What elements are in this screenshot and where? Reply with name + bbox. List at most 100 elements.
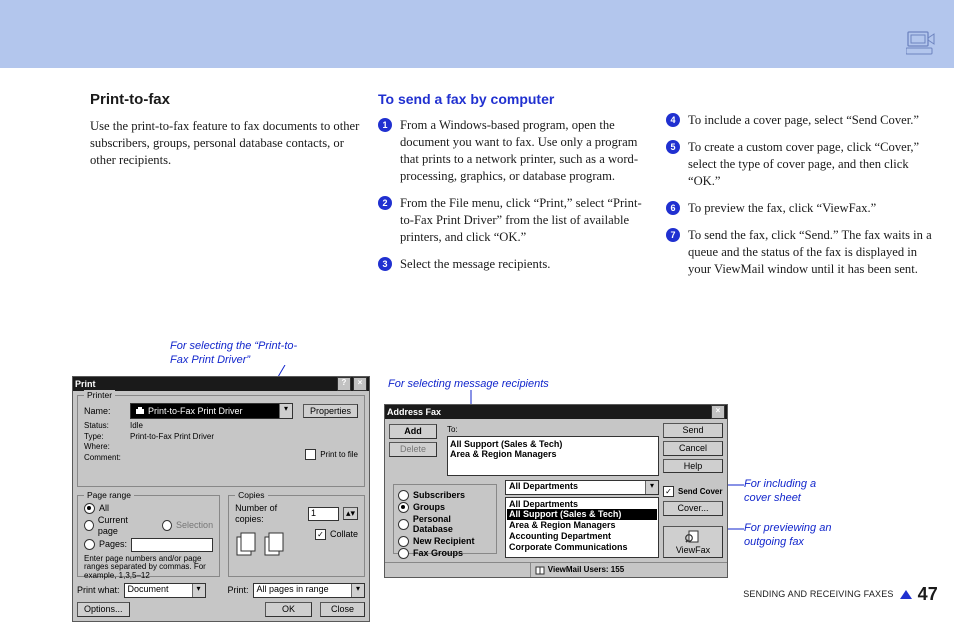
step-text: From a Windows-based program, open the d… xyxy=(400,117,648,185)
items-dropdown[interactable]: All Departments xyxy=(506,481,645,494)
print-pages-field[interactable]: All pages in range xyxy=(254,584,351,597)
copies-label: Number of copies: xyxy=(235,503,300,525)
pages-input[interactable] xyxy=(131,538,213,552)
range-current-label: Current page xyxy=(98,515,144,537)
chevron-down-icon[interactable]: ▾ xyxy=(645,481,658,494)
anno-cover: For including a cover sheet xyxy=(744,478,844,506)
to-item: Area & Region Managers xyxy=(450,449,656,460)
page-title: Print-to-fax xyxy=(90,90,360,110)
list-item[interactable]: Area & Region Managers xyxy=(507,520,657,531)
ok-button[interactable]: OK xyxy=(265,602,312,617)
step-num-3: 3 xyxy=(378,257,392,271)
row-label: Status: xyxy=(84,421,126,431)
page-range-group: Page range All Current pageSelection Pag… xyxy=(77,495,220,577)
range-selection-radio[interactable] xyxy=(162,520,172,531)
intro-text: Use the print-to-fax feature to fax docu… xyxy=(90,118,360,169)
cover-button[interactable]: Cover... xyxy=(663,501,723,516)
step-num-2: 2 xyxy=(378,196,392,210)
row-value: Print-to-Fax Print Driver xyxy=(130,432,214,442)
viewfax-button[interactable]: ViewFax xyxy=(663,526,723,558)
chevron-down-icon[interactable]: ▾ xyxy=(279,404,292,418)
page-footer: SENDING AND RECEIVING FAXES 47 xyxy=(743,585,938,603)
options-button[interactable]: Options... xyxy=(77,602,130,617)
cat-groups-radio[interactable] xyxy=(398,502,409,513)
send-button[interactable]: Send xyxy=(663,423,723,438)
collate-icon xyxy=(235,529,291,565)
close-button[interactable]: Close xyxy=(320,602,365,617)
collate-checkbox[interactable]: ✓ xyxy=(315,529,326,540)
triangle-icon xyxy=(900,590,912,599)
step-text: To include a cover page, select “Send Co… xyxy=(688,112,936,129)
range-current-radio[interactable] xyxy=(84,520,94,531)
computer-icon xyxy=(906,30,936,56)
address-fax-titlebar[interactable]: Address Fax × xyxy=(385,405,727,419)
properties-button[interactable]: Properties xyxy=(303,404,358,419)
row-value: Idle xyxy=(130,421,143,431)
delete-button[interactable]: Delete xyxy=(389,442,437,457)
range-pages-label: Pages: xyxy=(99,539,127,550)
cat-faxgroups-radio[interactable] xyxy=(398,548,409,559)
help-button[interactable]: Help xyxy=(663,459,723,474)
step-num-1: 1 xyxy=(378,118,392,132)
address-fax-title: Address Fax xyxy=(387,408,441,417)
cat-personal-radio[interactable] xyxy=(398,519,409,530)
spinner-icon[interactable]: ▴▾ xyxy=(343,507,358,520)
cat-label: Subscribers xyxy=(413,490,465,501)
range-pages-radio[interactable] xyxy=(84,539,95,550)
send-cover-label: Send Cover xyxy=(678,487,722,497)
page-number: 47 xyxy=(918,585,938,603)
list-item[interactable]: All Departments xyxy=(507,499,657,510)
cat-subscribers-radio[interactable] xyxy=(398,490,409,501)
print-to-file-label: Print to file xyxy=(320,450,358,460)
to-list[interactable]: All Support (Sales & Tech) Area & Region… xyxy=(447,436,659,476)
cat-label: Groups xyxy=(413,502,445,513)
step-num-4: 4 xyxy=(666,113,680,127)
print-dialog-titlebar[interactable]: Print ?× xyxy=(73,377,369,391)
copies-group: Copies Number of copies:1▴▾ ✓Collate xyxy=(228,495,365,577)
range-all-label: All xyxy=(99,503,109,514)
print-pages-label: Print: xyxy=(228,585,249,596)
print-to-file-checkbox[interactable] xyxy=(305,449,316,460)
print-dialog: Print ?× Printer Name: Print-to-Fax Prin… xyxy=(72,376,370,622)
cat-new-radio[interactable] xyxy=(398,536,409,547)
chevron-down-icon[interactable]: ▾ xyxy=(192,584,205,597)
to-label: To: xyxy=(447,425,458,435)
step-num-5: 5 xyxy=(666,140,680,154)
list-item-selected[interactable]: All Support (Sales & Tech) xyxy=(507,509,657,520)
anno-print-driver: For selecting the “Print-to-Fax Print Dr… xyxy=(170,340,310,368)
row-label: Comment: xyxy=(84,453,126,463)
range-selection-label: Selection xyxy=(176,520,213,531)
anno-preview: For previewing an outgoing fax xyxy=(744,522,854,550)
step-text: To create a custom cover page, click “Co… xyxy=(688,139,936,190)
cancel-button[interactable]: Cancel xyxy=(663,441,723,456)
copies-input[interactable]: 1 xyxy=(308,507,339,521)
list-item[interactable]: Corporate Communications xyxy=(507,542,657,553)
list-item[interactable]: Accounting Department xyxy=(507,531,657,542)
add-button[interactable]: Add xyxy=(389,424,437,439)
book-icon xyxy=(535,565,545,575)
help-icon[interactable]: ? xyxy=(337,377,351,391)
magnifier-page-icon xyxy=(684,530,702,544)
group-label: Copies xyxy=(235,490,267,500)
chevron-down-icon[interactable]: ▾ xyxy=(351,584,364,597)
items-list[interactable]: All Departments All Support (Sales & Tec… xyxy=(505,497,659,558)
range-all-radio[interactable] xyxy=(84,503,95,514)
cat-label: New Recipient xyxy=(413,536,475,547)
status-cell xyxy=(385,563,531,577)
printer-name-field[interactable]: Print-to-Fax Print Driver xyxy=(131,404,279,418)
print-what-field[interactable]: Document xyxy=(125,584,192,597)
close-icon[interactable]: × xyxy=(711,405,725,419)
print-dialog-title: Print xyxy=(75,380,96,389)
step-text: To send the fax, click “Send.” The fax w… xyxy=(688,227,936,278)
anno-recipients: For selecting message recipients xyxy=(388,378,549,392)
printer-icon xyxy=(135,406,145,416)
header-band xyxy=(0,0,954,68)
address-fax-dialog: Address Fax × Add Delete To: All Support… xyxy=(384,404,728,578)
category-group: Subscribers Groups Personal Database New… xyxy=(393,484,497,554)
close-icon[interactable]: × xyxy=(353,377,367,391)
collate-label: Collate xyxy=(330,529,358,540)
step-text: To preview the fax, click “ViewFax.” xyxy=(688,200,936,217)
send-cover-checkbox[interactable]: ✓ xyxy=(663,486,674,497)
cat-label: Fax Groups xyxy=(413,548,463,559)
step-text: Select the message recipients. xyxy=(400,256,648,273)
